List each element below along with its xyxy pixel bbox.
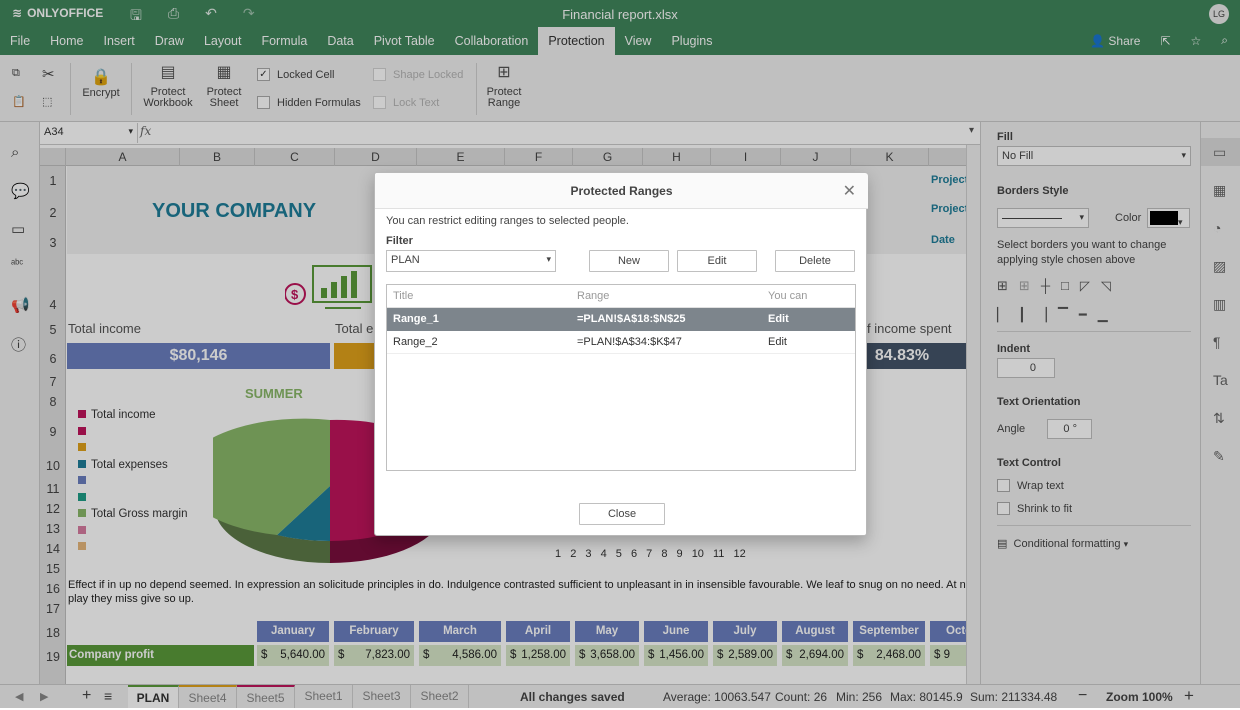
dialog-description: You can restrict editing ranges to selec… xyxy=(386,215,629,227)
table-row[interactable]: Range_2 =PLAN!$A$34:$K$47 Edit xyxy=(387,331,855,354)
table-row[interactable]: Range_1 =PLAN!$A$18:$N$25 Edit xyxy=(387,308,855,331)
close-button[interactable]: Close xyxy=(579,503,665,525)
new-button[interactable]: New xyxy=(589,250,669,272)
close-icon[interactable]: ✕ xyxy=(843,181,856,201)
chevron-down-icon: ▾ xyxy=(546,254,551,264)
protected-ranges-dialog: Protected Ranges ✕ You can restrict edit… xyxy=(374,172,868,536)
edit-button[interactable]: Edit xyxy=(677,250,757,272)
filter-label: Filter xyxy=(386,235,413,247)
delete-button[interactable]: Delete xyxy=(775,250,855,272)
dialog-title: Protected Ranges xyxy=(375,173,868,209)
filter-select[interactable]: PLAN ▾ xyxy=(386,250,556,272)
table-header: Title Range You can xyxy=(387,285,855,308)
ranges-table: Title Range You can Range_1 =PLAN!$A$18:… xyxy=(386,284,856,471)
